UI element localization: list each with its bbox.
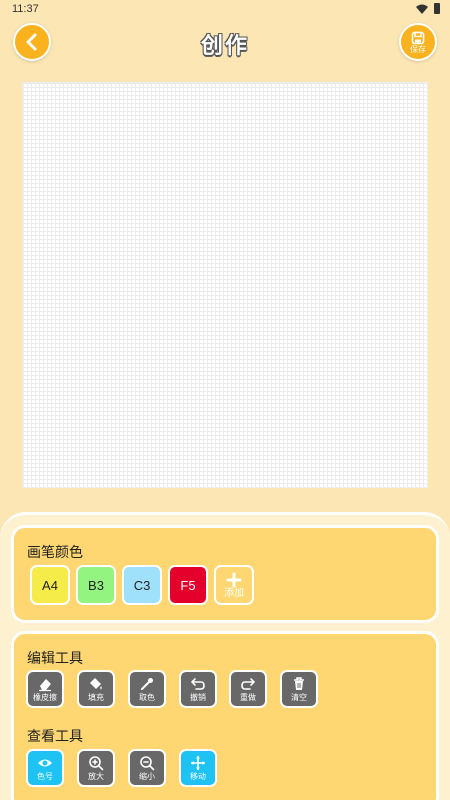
brush-color-title: 画笔颜色 bbox=[27, 544, 83, 560]
view-tools-title: 查看工具 bbox=[27, 728, 83, 744]
eyedropper-icon bbox=[141, 677, 153, 690]
status-time: 11:37 bbox=[12, 3, 39, 15]
zoom-out-icon bbox=[140, 755, 155, 770]
tool-label: 色号 bbox=[37, 771, 53, 781]
color-swatch[interactable]: A4 bbox=[30, 565, 70, 605]
undo-icon bbox=[191, 677, 205, 690]
add-color-button[interactable]: 添加 bbox=[214, 565, 254, 605]
status-icons bbox=[416, 3, 440, 14]
swatch-code: C3 bbox=[133, 577, 151, 593]
swatch-code: F5 bbox=[180, 577, 196, 593]
save-label: 保存 bbox=[410, 44, 426, 54]
battery-icon bbox=[434, 3, 440, 14]
tool-label: 取色 bbox=[139, 692, 155, 702]
save-icon bbox=[411, 31, 425, 44]
add-color-label: 添加 bbox=[224, 587, 244, 599]
tool-label: 缩小 bbox=[139, 771, 155, 781]
tool-label: 撤销 bbox=[190, 692, 206, 702]
zoom-out-button[interactable]: 缩小 bbox=[128, 749, 166, 787]
tool-label: 清空 bbox=[291, 692, 307, 702]
color-swatch[interactable]: C3 bbox=[122, 565, 162, 605]
undo-button[interactable]: 撤销 bbox=[179, 670, 217, 708]
color-code-toggle[interactable]: 色号 bbox=[26, 749, 64, 787]
tool-label: 放大 bbox=[88, 771, 104, 781]
page-title: 创作 bbox=[200, 33, 249, 58]
zoom-in-icon bbox=[89, 755, 104, 770]
eraser-tool-button[interactable]: 橡皮擦 bbox=[26, 670, 64, 708]
tool-label: 填充 bbox=[88, 692, 104, 702]
trash-icon bbox=[294, 676, 304, 690]
swatch-code: A4 bbox=[42, 577, 58, 593]
eraser-icon bbox=[39, 678, 51, 691]
paint-bucket-icon bbox=[90, 677, 102, 689]
swatch-code: B3 bbox=[88, 577, 104, 593]
tools-card: 编辑工具 查看工具 bbox=[11, 631, 439, 800]
tool-label: 橡皮擦 bbox=[33, 692, 57, 702]
eyedropper-tool-button[interactable]: 取色 bbox=[128, 670, 166, 708]
move-tool-button[interactable]: 移动 bbox=[179, 749, 217, 787]
eye-icon bbox=[38, 759, 52, 766]
edit-tools-title: 编辑工具 bbox=[27, 650, 83, 666]
plus-icon bbox=[226, 572, 242, 587]
redo-icon bbox=[241, 677, 255, 690]
zoom-in-button[interactable]: 放大 bbox=[77, 749, 115, 787]
color-swatch[interactable]: F5 bbox=[168, 565, 208, 605]
clear-button[interactable]: 清空 bbox=[280, 670, 318, 708]
fill-tool-button[interactable]: 填充 bbox=[77, 670, 115, 708]
redo-button[interactable]: 重做 bbox=[229, 670, 267, 708]
tool-label: 重做 bbox=[240, 692, 256, 702]
pixel-canvas[interactable] bbox=[22, 82, 428, 488]
status-bar: 11:37 bbox=[0, 0, 450, 18]
save-button[interactable]: 保存 bbox=[399, 23, 437, 61]
wifi-icon bbox=[416, 4, 428, 14]
move-icon bbox=[191, 755, 205, 770]
tool-label: 移动 bbox=[190, 771, 206, 781]
color-swatch[interactable]: B3 bbox=[76, 565, 116, 605]
